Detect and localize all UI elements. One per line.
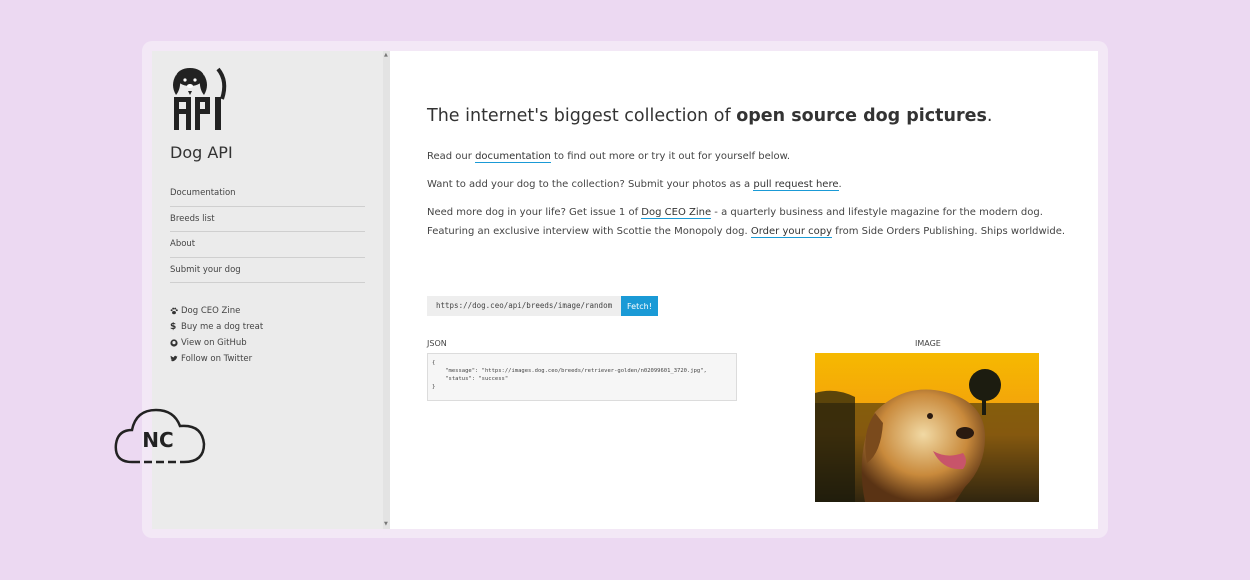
link-label: Dog CEO Zine: [181, 306, 241, 316]
paw-icon: [170, 307, 180, 315]
json-line: }: [432, 384, 436, 390]
link-dog-ceo-zine[interactable]: Dog CEO Zine: [170, 303, 263, 319]
pull-request-link[interactable]: pull request here: [753, 179, 839, 191]
p1-before: Read our: [427, 151, 476, 162]
link-follow-on-twitter[interactable]: Follow on Twitter: [170, 351, 263, 367]
zine-paragraph: Need more dog in your life? Get issue 1 …: [427, 203, 1087, 241]
link-view-on-github[interactable]: View on GitHub: [170, 335, 263, 351]
p1-after: to find out more or try it out for yours…: [550, 151, 791, 162]
p3-before: Need more dog in your life? Get issue 1 …: [427, 207, 642, 218]
nav-item-submit-your-dog[interactable]: Submit your dog: [170, 258, 365, 283]
p2-before: Want to add your dog to the collection? …: [427, 179, 754, 190]
scroll-down-arrow-icon[interactable]: ▼: [384, 522, 388, 527]
nav-item-about[interactable]: About: [170, 232, 365, 258]
p2-after: .: [838, 179, 842, 190]
sidebar-nav: Documentation Breeds list About Submit y…: [170, 181, 365, 283]
nc-badge-text: NC: [142, 428, 173, 452]
api-url-field[interactable]: https://dog.ceo/api/breeds/image/random: [427, 296, 621, 316]
link-label: Follow on Twitter: [181, 354, 253, 364]
nav-item-documentation[interactable]: Documentation: [170, 181, 365, 207]
documentation-link[interactable]: documentation: [475, 151, 551, 163]
nav-item-breeds-list[interactable]: Breeds list: [170, 207, 365, 232]
json-line: "message": "https://images.dog.ceo/breed…: [432, 368, 707, 374]
scroll-up-arrow-icon[interactable]: ▲: [384, 53, 388, 58]
image-label: IMAGE: [915, 339, 941, 348]
nc-cloud-logo: NC: [114, 408, 206, 464]
dog-ceo-zine-link[interactable]: Dog CEO Zine: [641, 207, 712, 219]
link-label: Buy me a dog treat: [181, 322, 264, 332]
link-label: View on GitHub: [181, 338, 247, 348]
link-buy-dog-treat[interactable]: $ Buy me a dog treat: [170, 319, 263, 335]
page-headline: The internet's biggest collection of ope…: [427, 106, 992, 126]
order-your-copy-link[interactable]: Order your copy: [750, 226, 832, 238]
github-icon: [170, 339, 180, 347]
browser-window: Dog API Documentation Breeds list About …: [152, 51, 1098, 529]
dog-api-logo: [173, 67, 227, 130]
site-title[interactable]: Dog API: [170, 143, 233, 162]
intro-paragraph: Read our documentation to find out more …: [427, 147, 1087, 166]
json-line: {: [432, 360, 436, 366]
fetch-row: https://dog.ceo/api/breeds/image/random …: [427, 296, 658, 316]
json-line: "status": "success": [432, 376, 509, 382]
twitter-icon: [170, 355, 180, 363]
fetch-button[interactable]: Fetch!: [621, 296, 658, 316]
p3-after: from Side Orders Publishing. Ships world…: [832, 226, 1066, 237]
submit-paragraph: Want to add your dog to the collection? …: [427, 175, 1087, 194]
headline-suffix: .: [986, 106, 993, 126]
sidebar-links: Dog CEO Zine $ Buy me a dog treat View o…: [170, 303, 263, 367]
json-label: JSON: [427, 339, 447, 348]
dog-photo: [815, 353, 1039, 502]
json-response: { "message": "https://images.dog.ceo/bre…: [427, 353, 737, 401]
dollar-icon: $: [170, 322, 177, 332]
headline-bold: open source dog pictures: [736, 106, 987, 126]
sidebar-scrollbar[interactable]: ▲ ▼: [383, 51, 390, 529]
headline-prefix: The internet's biggest collection of: [427, 106, 737, 126]
